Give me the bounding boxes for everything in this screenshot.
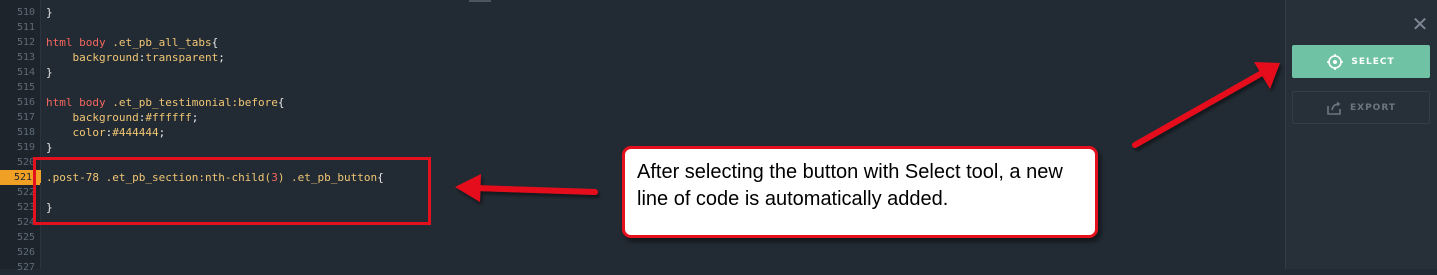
arrow-to-code [455,174,598,202]
annotation-arrows [455,62,1280,202]
arrow-to-select [1132,62,1280,148]
